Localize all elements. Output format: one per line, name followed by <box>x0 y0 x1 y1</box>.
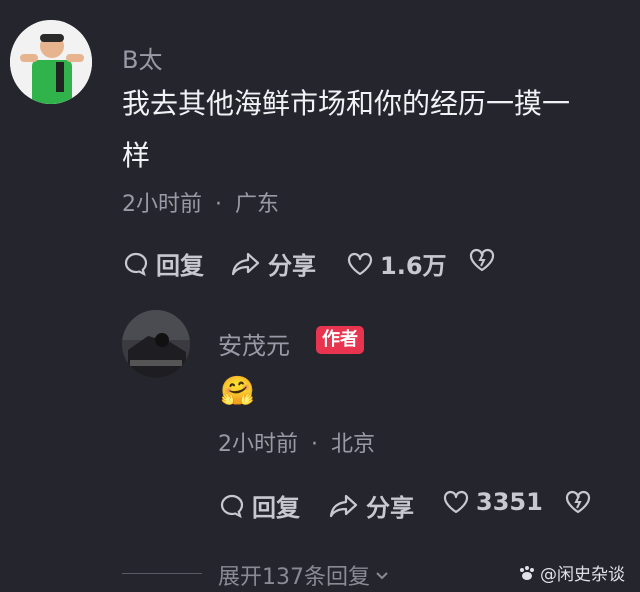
broken-heart-icon <box>469 248 495 272</box>
reply-dislike-button[interactable] <box>564 488 592 516</box>
expand-divider <box>122 573 202 574</box>
comment-meta: 2小时前 · 广东 <box>122 186 279 218</box>
like-count: 3351 <box>476 488 543 516</box>
commenter-username[interactable]: B太 <box>122 40 162 75</box>
comment-time: 2小时前 <box>122 192 202 217</box>
reply-button[interactable]: 回复 <box>122 246 204 281</box>
heart-icon <box>347 252 373 275</box>
speech-bubble-icon <box>220 494 244 518</box>
share-arrow-icon <box>329 494 358 517</box>
reply-label: 回复 <box>156 252 204 280</box>
share-arrow-icon <box>231 252 260 275</box>
broken-heart-icon <box>565 490 591 514</box>
reply-like-button[interactable]: 3351 <box>442 488 543 516</box>
reply-location: 北京 <box>331 432 376 457</box>
reply-username[interactable]: 安茂元 <box>218 326 290 361</box>
share-button[interactable]: 分享 <box>230 246 316 281</box>
dislike-button[interactable] <box>468 246 496 274</box>
comment-location: 广东 <box>235 192 280 217</box>
expand-label: 展开137条回复 <box>218 565 370 590</box>
author-avatar-image <box>122 310 190 378</box>
reply-time: 2小时前 <box>218 432 298 457</box>
person-avatar-image <box>10 20 92 104</box>
comment-text-line2: 样 <box>122 139 151 172</box>
paw-logo-icon <box>520 565 534 580</box>
speech-bubble-icon <box>124 252 148 276</box>
like-count: 1.6万 <box>380 252 447 280</box>
comment-text-line1: 我去其他海鲜市场和你的经历一摸一 <box>122 87 571 120</box>
chevron-down-icon <box>376 572 388 580</box>
heart-icon <box>443 490 469 514</box>
reply-emoji: 🤗 <box>220 374 255 407</box>
reply-share-button[interactable]: 分享 <box>328 488 414 523</box>
share-label: 分享 <box>268 252 316 280</box>
author-badge: 作者 <box>316 326 364 354</box>
meta-separator: · <box>215 192 222 217</box>
watermark-text: @闲史杂谈 <box>540 565 625 585</box>
watermark: @闲史杂谈 <box>518 560 625 585</box>
expand-replies-button[interactable]: 展开137条回复 <box>218 559 390 591</box>
like-button[interactable]: 1.6万 <box>346 246 447 281</box>
reply-meta: 2小时前 · 北京 <box>218 426 375 458</box>
commenter-avatar[interactable] <box>10 20 92 104</box>
meta-separator: · <box>311 432 318 457</box>
reply-label: 回复 <box>252 494 300 522</box>
share-label: 分享 <box>366 494 414 522</box>
reply-author-avatar[interactable] <box>122 310 190 378</box>
reply-reply-button[interactable]: 回复 <box>218 488 300 523</box>
